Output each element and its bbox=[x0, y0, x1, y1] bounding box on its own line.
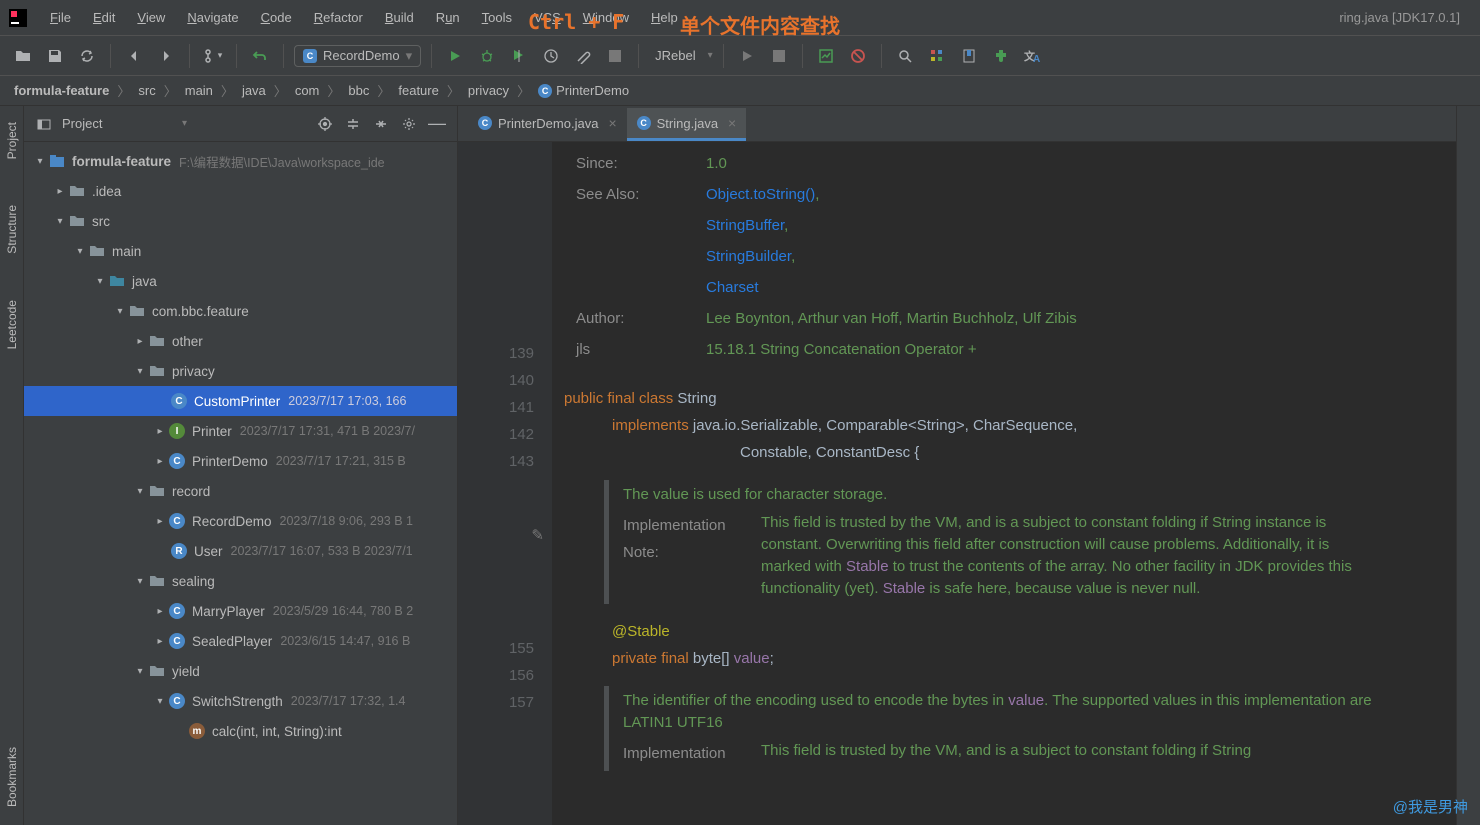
rail-leetcode[interactable]: Leetcode bbox=[3, 292, 21, 357]
tree-privacy[interactable]: ▾privacy bbox=[24, 356, 457, 386]
crumb-1[interactable]: src bbox=[138, 83, 155, 98]
bookmark-icon[interactable] bbox=[956, 43, 982, 69]
app-icon bbox=[8, 8, 28, 28]
crumb-7[interactable]: privacy bbox=[468, 83, 509, 98]
plugin-icon[interactable] bbox=[988, 43, 1014, 69]
code-content[interactable]: Since:1.0 See Also:Object.toString(), St… bbox=[552, 142, 1456, 825]
tree-switch[interactable]: ▾CSwitchStrength2023/7/17 17:32, 1.4 bbox=[24, 686, 457, 716]
gutter: 139 140 141 142 143 ✎ 155 156 157 bbox=[458, 142, 552, 825]
menu-build[interactable]: Build bbox=[375, 6, 424, 29]
rail-bookmarks[interactable]: Bookmarks bbox=[3, 739, 21, 815]
editor-area: C PrinterDemo.java × C String.java × 139… bbox=[458, 106, 1456, 825]
project-panel: Project ▾ — ▾formula-featureF:\编程数据\IDE\… bbox=[24, 106, 458, 825]
crumb-3[interactable]: java bbox=[242, 83, 266, 98]
edit-icon[interactable]: ✎ bbox=[531, 522, 544, 549]
chart-icon[interactable] bbox=[813, 43, 839, 69]
tree-printerdemo[interactable]: ▸CPrinterDemo2023/7/17 17:21, 315 B bbox=[24, 446, 457, 476]
tree-marry[interactable]: ▸CMarryPlayer2023/5/29 16:44, 780 B 2 bbox=[24, 596, 457, 626]
editor-body[interactable]: 139 140 141 142 143 ✎ 155 156 157 Since:… bbox=[458, 142, 1456, 825]
breadcrumbs: formula-feature〉 src〉 main〉 java〉 com〉 b… bbox=[0, 76, 1480, 106]
crumb-0[interactable]: formula-feature bbox=[14, 83, 109, 98]
menu-tools[interactable]: Tools bbox=[472, 6, 522, 29]
debug-icon[interactable] bbox=[474, 43, 500, 69]
window-title: ring.java [JDK17.0.1] bbox=[1339, 10, 1472, 25]
attach-icon[interactable] bbox=[570, 43, 596, 69]
tree-sealing[interactable]: ▾sealing bbox=[24, 566, 457, 596]
close-icon[interactable]: × bbox=[608, 115, 616, 131]
svg-text:A: A bbox=[1033, 54, 1040, 64]
profile-icon[interactable] bbox=[538, 43, 564, 69]
right-rail bbox=[1456, 106, 1480, 825]
tree-pkg[interactable]: ▾com.bbc.feature bbox=[24, 296, 457, 326]
search-icon[interactable] bbox=[892, 43, 918, 69]
tree-calc[interactable]: mcalc(int, int, String):int bbox=[24, 716, 457, 746]
overlay-shortcut: Ctrl + F bbox=[528, 10, 624, 34]
crumb-5[interactable]: bbc bbox=[348, 83, 369, 98]
stop-icon[interactable] bbox=[602, 43, 628, 69]
menu-run[interactable]: Run bbox=[426, 6, 470, 29]
menu-navigate[interactable]: Navigate bbox=[177, 6, 248, 29]
jrebel-label[interactable]: JRebel bbox=[649, 48, 701, 63]
expand-icon[interactable] bbox=[343, 114, 363, 134]
watermark: @我是男神 bbox=[1393, 796, 1468, 817]
gear-icon[interactable] bbox=[399, 114, 419, 134]
undo-icon[interactable] bbox=[247, 43, 273, 69]
back-icon[interactable] bbox=[121, 43, 147, 69]
crumb-8[interactable]: PrinterDemo bbox=[556, 83, 629, 98]
tree-user[interactable]: RUser2023/7/17 16:07, 533 B 2023/7/1 bbox=[24, 536, 457, 566]
run-icon[interactable] bbox=[442, 43, 468, 69]
tree-idea[interactable]: ▸.idea bbox=[24, 176, 457, 206]
svg-text:C: C bbox=[307, 51, 314, 61]
tab-printerdemo[interactable]: C PrinterDemo.java × bbox=[468, 108, 627, 141]
sync-icon[interactable] bbox=[74, 43, 100, 69]
menu-edit[interactable]: Edit bbox=[83, 6, 125, 29]
overlay-desc: 单个文件内容查找 bbox=[680, 10, 840, 39]
run-config-selector[interactable]: C RecordDemo ▾ bbox=[294, 45, 421, 67]
tree-root[interactable]: ▾formula-featureF:\编程数据\IDE\Java\workspa… bbox=[24, 146, 457, 176]
open-icon[interactable] bbox=[10, 43, 36, 69]
tree-java[interactable]: ▾java bbox=[24, 266, 457, 296]
jr-stop-icon[interactable] bbox=[766, 43, 792, 69]
project-tree: ▾formula-featureF:\编程数据\IDE\Java\workspa… bbox=[24, 142, 457, 825]
crumb-4[interactable]: com bbox=[295, 83, 320, 98]
tree-sealed[interactable]: ▸CSealedPlayer2023/6/15 14:47, 916 B bbox=[24, 626, 457, 656]
tree-record[interactable]: ▾record bbox=[24, 476, 457, 506]
tree-yield[interactable]: ▾yield bbox=[24, 656, 457, 686]
crumb-2[interactable]: main bbox=[185, 83, 213, 98]
tab-string[interactable]: C String.java × bbox=[627, 108, 747, 141]
vcs-icon[interactable]: ▾ bbox=[200, 43, 226, 69]
menu-file[interactable]: File bbox=[40, 6, 81, 29]
jr-run-icon[interactable] bbox=[734, 43, 760, 69]
tree-recorddemo[interactable]: ▸CRecordDemo2023/7/18 9:06, 293 B 1 bbox=[24, 506, 457, 536]
run-config-name: RecordDemo bbox=[323, 48, 400, 63]
coverage-icon[interactable] bbox=[506, 43, 532, 69]
menu-code[interactable]: Code bbox=[251, 6, 302, 29]
menu-view[interactable]: View bbox=[127, 6, 175, 29]
rail-project[interactable]: Project bbox=[3, 114, 21, 167]
collapse-icon[interactable] bbox=[371, 114, 391, 134]
panel-title[interactable]: Project bbox=[62, 116, 174, 131]
target-icon[interactable] bbox=[315, 114, 335, 134]
menu-refactor[interactable]: Refactor bbox=[304, 6, 373, 29]
translate-icon[interactable]: 文A bbox=[1020, 43, 1046, 69]
project-view-icon[interactable] bbox=[34, 114, 54, 134]
tree-src[interactable]: ▾src bbox=[24, 206, 457, 236]
forward-icon[interactable] bbox=[153, 43, 179, 69]
hide-icon[interactable]: — bbox=[427, 114, 447, 134]
save-icon[interactable] bbox=[42, 43, 68, 69]
close-icon[interactable]: × bbox=[728, 115, 736, 131]
tree-other[interactable]: ▸other bbox=[24, 326, 457, 356]
tree-customprinter[interactable]: CCustomPrinter2023/7/17 17:03, 166 bbox=[24, 386, 457, 416]
rail-structure[interactable]: Structure bbox=[3, 197, 21, 262]
tree-printer[interactable]: ▸IPrinter2023/7/17 17:31, 471 B 2023/7/ bbox=[24, 416, 457, 446]
editor-tabs: C PrinterDemo.java × C String.java × bbox=[458, 106, 1456, 142]
structure-icon[interactable] bbox=[924, 43, 950, 69]
crumb-6[interactable]: feature bbox=[398, 83, 438, 98]
block-icon[interactable] bbox=[845, 43, 871, 69]
left-rail: Project Structure Leetcode Bookmarks bbox=[0, 106, 24, 825]
toolbar: ▾ C RecordDemo ▾ JRebel▾ 文A bbox=[0, 36, 1480, 76]
tree-main[interactable]: ▾main bbox=[24, 236, 457, 266]
